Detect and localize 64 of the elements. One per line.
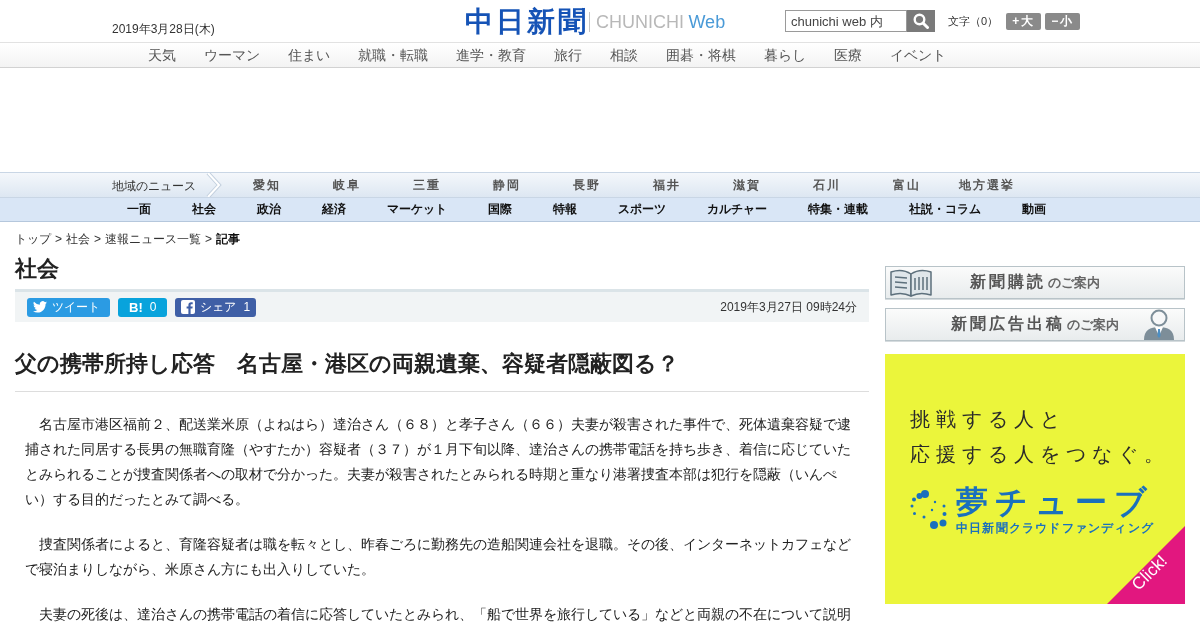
- ad-tagline: 挑戦する人と: [910, 407, 1066, 432]
- breadcrumb-current: 記事: [216, 232, 241, 247]
- text-size-label: 文字（0）: [948, 13, 999, 29]
- search-field[interactable]: chunichi web 内: [785, 10, 907, 32]
- breadcrumb-link[interactable]: トップ: [15, 232, 51, 247]
- nav-link[interactable]: 医療: [834, 47, 862, 63]
- category-link[interactable]: 動画: [1022, 201, 1046, 218]
- category-link[interactable]: 特報: [553, 201, 577, 218]
- category-link[interactable]: 特集・連載: [808, 201, 868, 218]
- region-news-label: 地域のニュース: [112, 178, 196, 193]
- nav-link[interactable]: イベント: [890, 47, 946, 63]
- category-link[interactable]: スポーツ: [618, 201, 666, 218]
- category-link[interactable]: カルチャー: [707, 201, 767, 218]
- region-link[interactable]: 地方選挙: [959, 176, 1015, 194]
- nav-link[interactable]: 暮らし: [764, 47, 806, 63]
- region-link[interactable]: 石川: [813, 176, 841, 194]
- region-link[interactable]: 福井: [653, 176, 681, 194]
- article-paragraph: 捜査関係者によると、育隆容疑者は職を転々とし、昨春ごろに勤務先の造船関連会社を退職。その後、インターネットカフェなどで寝泊まりしながら、米原さん方にも出入りしていた。: [25, 535, 852, 579]
- region-link[interactable]: 滋賀: [733, 176, 761, 194]
- nav-link[interactable]: 進学・教育: [456, 47, 526, 63]
- header-date: 2019年3月28日(木): [112, 22, 215, 36]
- f-logo-icon: [181, 300, 196, 314]
- person-icon: [1142, 309, 1176, 340]
- region-link[interactable]: 長野: [573, 176, 601, 194]
- breadcrumb-separator: >: [55, 232, 62, 247]
- article-headline: 父の携帯所持し応答 名古屋・港区の両親遺棄、容疑者隠蔽図る？: [15, 350, 679, 378]
- nav-link[interactable]: ウーマン: [204, 47, 260, 63]
- dot-ring-icon: [910, 490, 948, 530]
- category-link[interactable]: 社会: [192, 201, 216, 218]
- section-title: 社会: [15, 256, 59, 282]
- category-link[interactable]: 政治: [257, 201, 281, 218]
- region-link[interactable]: 静岡: [493, 176, 521, 194]
- open-book-icon: [889, 268, 933, 297]
- nav-link[interactable]: 相談: [610, 47, 638, 63]
- region-link[interactable]: 岐阜: [333, 176, 361, 194]
- category-link[interactable]: マーケット: [387, 201, 447, 218]
- nav-link[interactable]: 天気: [148, 47, 176, 63]
- article-paragraph: 夫妻の死後は、達治さんの携帯電話の着信に応答していたとみられ、「船で世界を旅行している」などと両親の不在について説明: [38, 605, 852, 624]
- ad-tagline: 応援する人をつなぐ。: [910, 442, 1170, 467]
- article-paragraph: 名古屋市港区福前２、配送業米原（よねはら）達治さん（６８）と孝子さん（６６）夫妻が殺害された事件で、死体遺棄容疑で逮捕された同居する長男の無職育隆（やすたか）容疑者（３７）が１月下旬以降、達治さんの携帯電話を持ち歩き、着信に応じていたとみられることが捜査関係者への取材で分かった。夫妻が殺害されたとみられる時期と重なり港署捜査本部は犯行を隠蔽（いんぺい）する目的だったとみて調べる。: [25, 415, 852, 509]
- region-link[interactable]: 愛知: [253, 176, 281, 194]
- nav-link[interactable]: 旅行: [554, 47, 582, 63]
- site-logo[interactable]: 中日新聞 CHUNICHI Web: [465, 6, 726, 36]
- category-link[interactable]: 国際: [488, 201, 512, 218]
- category-link[interactable]: 経済: [322, 201, 346, 218]
- ad-brand-name: 夢チューブ: [956, 485, 1154, 519]
- banner-link[interactable]: 新聞購読 のご案内: [885, 266, 1185, 299]
- banner-link[interactable]: 新聞広告出稿 のご案内: [885, 308, 1185, 341]
- share-button[interactable]: シェア 1: [175, 297, 257, 317]
- region-link[interactable]: 三重: [413, 176, 441, 194]
- nav-link[interactable]: 住まい: [288, 47, 330, 63]
- bird-icon: [33, 301, 47, 313]
- nav-link[interactable]: 囲碁・将棋: [666, 47, 736, 63]
- nav-link[interactable]: 就職・転職: [358, 47, 428, 63]
- category-link[interactable]: 一面: [127, 201, 151, 218]
- publish-date: 2019年3月27日 09時24分: [720, 298, 857, 316]
- search-button[interactable]: [907, 10, 935, 32]
- breadcrumb-separator: >: [205, 232, 213, 247]
- breadcrumb-link[interactable]: 速報ニュース一覧: [105, 232, 202, 247]
- category-link[interactable]: 社説・コラム: [909, 201, 981, 218]
- breadcrumb-separator: >: [94, 232, 102, 247]
- region-link[interactable]: 富山: [893, 176, 921, 194]
- search-icon: [913, 13, 929, 29]
- breadcrumb-link[interactable]: 社会: [66, 232, 90, 247]
